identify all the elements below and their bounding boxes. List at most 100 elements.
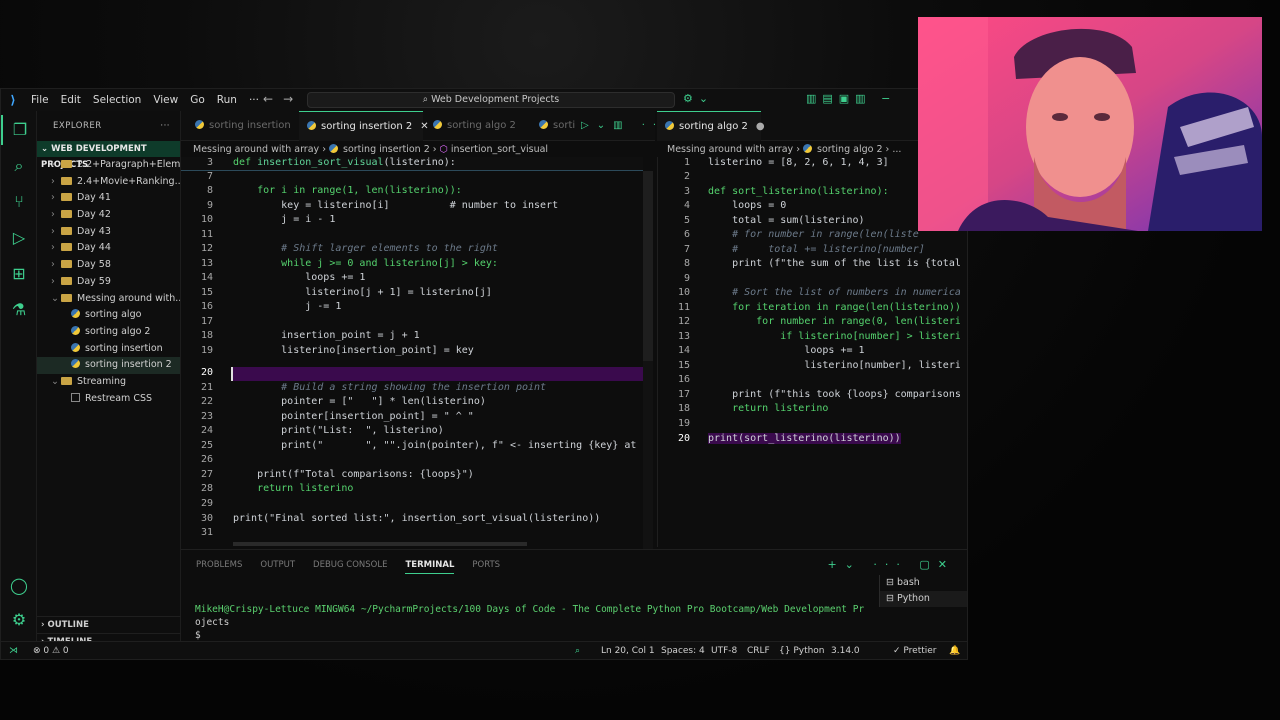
- tree-folder[interactable]: › Day 58: [37, 257, 180, 274]
- breadcrumb-folder[interactable]: Messing around with array: [667, 144, 793, 155]
- nav-arrows[interactable]: ←→: [263, 92, 303, 106]
- menu-selection[interactable]: Selection: [93, 94, 141, 106]
- editor2-breadcrumb[interactable]: Messing around with array › sorting algo…: [667, 143, 907, 157]
- notifications-bell-icon[interactable]: 🔔: [949, 646, 960, 656]
- tree-label: sorting algo 2: [85, 325, 151, 337]
- python-file-icon: [433, 120, 442, 129]
- breadcrumb-file[interactable]: sorting insertion 2: [343, 144, 430, 155]
- new-terminal-icon[interactable]: +⌄: [827, 558, 861, 571]
- menu-view[interactable]: View: [153, 94, 178, 106]
- tree-label: Streaming: [77, 375, 127, 387]
- breadcrumb-folder[interactable]: Messing around with array: [193, 144, 319, 155]
- code-line: pointer = [" "] * len(listerino): [233, 396, 486, 407]
- python-version[interactable]: 3.14.0: [831, 646, 860, 656]
- breadcrumb-symbol[interactable]: ...: [892, 144, 901, 155]
- tree-label: sorting insertion 2: [85, 359, 172, 371]
- maximize-panel-icon[interactable]: ▢: [919, 558, 937, 571]
- tab-sorting-algo-2-right[interactable]: sorting algo 2 ●: [657, 111, 765, 141]
- tree-folder[interactable]: › 2.4+Movie+Ranking...: [37, 174, 180, 191]
- tree-file-selected[interactable]: sorting insertion 2: [37, 357, 180, 374]
- testing-icon[interactable]: ⚗: [1, 295, 37, 325]
- explorer-icon[interactable]: ❐: [1, 115, 37, 145]
- copilot-icon[interactable]: ⚙⌄: [683, 92, 714, 105]
- tab-ports[interactable]: PORTS: [472, 560, 500, 574]
- terminal-item-bash[interactable]: ⊟ bash: [880, 575, 967, 591]
- code-line: j = i - 1: [233, 214, 336, 225]
- tree-folder[interactable]: › Day 59: [37, 274, 180, 291]
- tree-label: Day 43: [77, 225, 111, 237]
- line-number: 10: [677, 287, 690, 298]
- problems-indicator[interactable]: ⊗ 0 ⚠ 0: [33, 646, 69, 656]
- tree-folder[interactable]: › Day 41: [37, 190, 180, 207]
- search-view-icon[interactable]: ⌕: [1, 151, 37, 181]
- line-number: 6: [683, 229, 690, 240]
- end-of-line[interactable]: CRLF: [747, 646, 770, 656]
- encoding[interactable]: UTF-8: [711, 646, 737, 656]
- cursor-position[interactable]: Ln 20, Col 1: [601, 646, 655, 656]
- forward-arrow-icon[interactable]: →: [283, 92, 303, 106]
- more-actions-icon[interactable]: ···: [160, 111, 170, 141]
- panel-controls[interactable]: +⌄ ··· ▢✕: [827, 558, 955, 571]
- prettier-label: Prettier: [903, 646, 937, 656]
- tab-sorti[interactable]: sorti: [531, 111, 581, 141]
- close-tab-icon[interactable]: ●: [756, 121, 765, 132]
- indentation[interactable]: Spaces: 4: [661, 646, 705, 656]
- tree-file[interactable]: Restream CSS: [37, 391, 180, 408]
- tree-file[interactable]: sorting algo 2: [37, 324, 180, 341]
- close-panel-icon[interactable]: ✕: [938, 558, 955, 571]
- tab-sorting-algo-2[interactable]: sorting algo 2: [425, 111, 529, 141]
- tab-debug-console[interactable]: DEBUG CONSOLE: [313, 560, 387, 574]
- outline-section[interactable]: › OUTLINE: [37, 616, 181, 632]
- scrollbar-thumb[interactable]: [643, 171, 653, 361]
- tree-label: Day 58: [77, 259, 111, 271]
- menu-go[interactable]: Go: [190, 94, 205, 106]
- sticky-code: def insertion_sort_visual(listerino):: [233, 157, 456, 168]
- sticky-scroll[interactable]: 3 def insertion_sort_visual(listerino):: [181, 157, 643, 171]
- editor2-code[interactable]: 1 2 3 4 5 6 7 8 9 10 11 12 13 14 15 16 1…: [657, 157, 960, 547]
- menu-more[interactable]: ···: [249, 94, 259, 106]
- language-mode[interactable]: {} Python: [779, 646, 825, 656]
- minimap-scrollbar[interactable]: [643, 171, 653, 549]
- tab-sorting-insertion[interactable]: sorting insertion: [187, 111, 299, 141]
- source-control-icon[interactable]: ⑂: [1, 187, 37, 217]
- tab-problems[interactable]: PROBLEMS: [196, 560, 242, 574]
- back-arrow-icon[interactable]: ←: [263, 92, 283, 106]
- prettier-status[interactable]: ✓ Prettier: [893, 646, 937, 656]
- menu-file[interactable]: File: [31, 94, 49, 106]
- tab-output[interactable]: OUTPUT: [260, 560, 295, 574]
- remote-icon[interactable]: ⋊: [9, 646, 18, 656]
- terminal-item-python[interactable]: ⊟ Python: [880, 591, 967, 607]
- tree-label: 2.2+Paragraph+Elem...: [77, 159, 180, 170]
- tree-folder-open[interactable]: ⌄ Messing around with...: [37, 291, 180, 308]
- extensions-icon[interactable]: ⊞: [1, 259, 37, 289]
- tab-terminal[interactable]: TERMINAL: [405, 560, 455, 574]
- tree-file[interactable]: sorting algo: [37, 307, 180, 324]
- layout-toggle-icons[interactable]: ▥▤▣▥ −: [806, 92, 896, 105]
- menu-edit[interactable]: Edit: [61, 94, 81, 106]
- zoom-icon[interactable]: ⌕: [575, 646, 580, 656]
- account-icon[interactable]: ◯: [1, 571, 37, 601]
- python-file-icon: [329, 144, 339, 153]
- terminal-output[interactable]: MikeH@Crispy-Lettuce MINGW64 ~/PycharmPr…: [195, 603, 864, 642]
- tree-folder-open[interactable]: ⌄ Streaming: [37, 374, 180, 391]
- horizontal-scrollbar[interactable]: [233, 542, 527, 546]
- settings-gear-icon[interactable]: ⚙: [1, 605, 37, 635]
- code-line: for iteration in range(len(listerino)):: [708, 302, 960, 313]
- editor1-breadcrumb[interactable]: Messing around with array › sorting inse…: [193, 143, 653, 157]
- tree-folder[interactable]: › 2.2+Paragraph+Elem...: [37, 157, 180, 174]
- tree-folder[interactable]: › Day 42: [37, 207, 180, 224]
- tree-folder[interactable]: › Day 44: [37, 240, 180, 257]
- tab-sorting-insertion-2[interactable]: sorting insertion 2 ✕: [299, 111, 429, 141]
- code-line: print(" ", "".join(pointer), f" <- inser…: [233, 440, 643, 451]
- menu-run[interactable]: Run: [217, 94, 237, 106]
- editor1-code[interactable]: 3 def insertion_sort_visual(listerino): …: [181, 157, 655, 549]
- run-debug-icon[interactable]: ▷: [1, 223, 37, 253]
- tree-folder[interactable]: › Day 43: [37, 224, 180, 241]
- code-line: insertion_point = j + 1: [233, 330, 420, 341]
- workspace-root[interactable]: ⌄ WEB DEVELOPMENT PROJECTS: [37, 141, 180, 170]
- tree-file[interactable]: sorting insertion: [37, 341, 180, 358]
- breadcrumb-symbol[interactable]: insertion_sort_visual: [451, 144, 548, 155]
- more-actions-icon[interactable]: ···: [873, 558, 908, 571]
- command-center-search[interactable]: ⌕ Web Development Projects: [307, 92, 675, 108]
- breadcrumb-file[interactable]: sorting algo 2: [817, 144, 882, 155]
